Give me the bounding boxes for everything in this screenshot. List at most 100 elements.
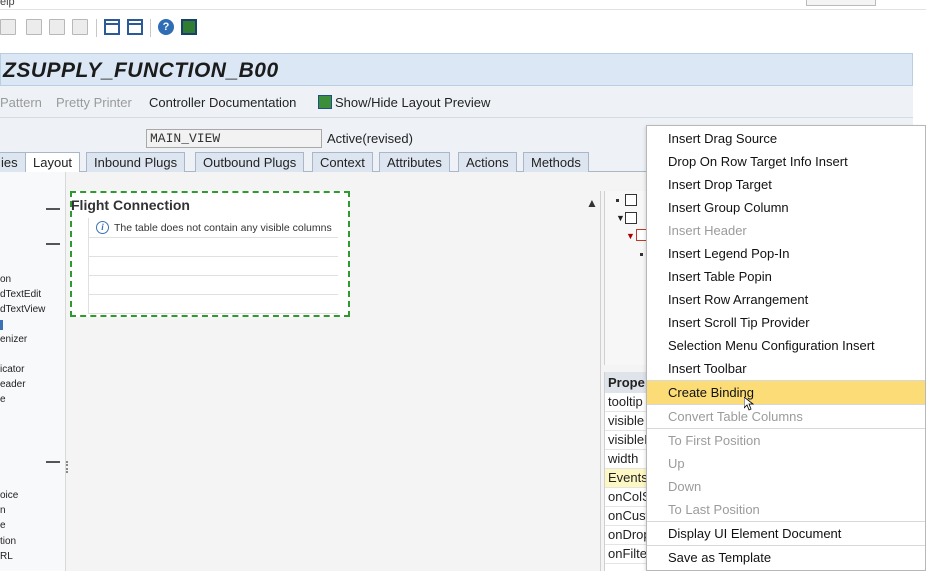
tab-methods[interactable]: Methods <box>523 152 589 173</box>
library-item[interactable]: RL <box>0 551 13 562</box>
window-icon[interactable] <box>127 19 143 35</box>
table-selector-column <box>72 218 89 314</box>
menu-item-insert-table-popin[interactable]: Insert Table Popin <box>647 265 925 288</box>
property-row[interactable]: width <box>605 450 647 469</box>
library-item[interactable]: e <box>0 520 6 531</box>
mouse-cursor-icon <box>744 397 754 411</box>
events-section-header: Events <box>605 469 647 488</box>
tab-inbound-plugs[interactable]: Inbound Plugs <box>86 152 186 173</box>
menu-item-insert-drop-target[interactable]: Insert Drop Target <box>647 173 925 196</box>
system-toolbar: ? <box>0 11 926 44</box>
pretty-printer-button[interactable]: Pretty Printer <box>56 95 132 110</box>
window-control-button[interactable] <box>806 0 876 6</box>
splitter-handle[interactable] <box>66 461 69 473</box>
property-row[interactable]: tooltip <box>605 393 647 412</box>
tree-node-checkbox[interactable] <box>625 212 637 224</box>
pattern-button[interactable]: Pattern <box>0 95 42 110</box>
menu-item-convert-table-columns: Convert Table Columns <box>668 409 803 424</box>
table-message-row: i The table does not contain any visible… <box>89 218 338 238</box>
help-icon[interactable]: ? <box>158 19 174 35</box>
panel-divider <box>600 191 601 571</box>
save-as-icon[interactable] <box>72 19 88 35</box>
menu-item-insert-group-column[interactable]: Insert Group Column <box>647 196 925 219</box>
property-row[interactable]: onDrop <box>605 526 647 545</box>
library-item-selected-marker <box>0 320 3 330</box>
view-name-field[interactable]: MAIN_VIEW <box>146 129 322 148</box>
layout-icon[interactable] <box>104 19 120 35</box>
ui-hierarchy-panel: ▼ ▼ <box>604 191 648 365</box>
tree-bullet-icon <box>616 199 619 202</box>
library-item[interactable]: dTextEdit <box>0 289 41 300</box>
menu-item-to-last-position: To Last Position <box>668 502 760 517</box>
menu-item-insert-legend-pop-in[interactable]: Insert Legend Pop-In <box>647 242 925 265</box>
info-icon: i <box>96 221 109 234</box>
collapse-icon[interactable] <box>46 243 60 245</box>
library-item[interactable]: n <box>0 505 6 516</box>
collapse-icon[interactable] <box>46 208 60 210</box>
menu-item-down: Down <box>668 479 702 494</box>
library-item[interactable]: eader <box>0 379 26 390</box>
property-row[interactable]: visible <box>605 412 647 431</box>
menu-item-display-ui-element-document[interactable]: Display UI Element Document <box>647 522 925 545</box>
property-row[interactable]: visibleI <box>605 431 647 450</box>
scroll-up-icon[interactable]: ▲ <box>584 196 600 212</box>
table-empty-message: The table does not contain any visible c… <box>114 222 332 234</box>
tree-expand-icon[interactable]: ▼ <box>616 213 625 223</box>
menu-item-selection-menu-configuration-insert[interactable]: Selection Menu Configuration Insert <box>647 334 925 357</box>
context-menu: Insert Drag Source Drop On Row Target In… <box>646 125 926 571</box>
property-row[interactable]: onFilte <box>605 545 647 564</box>
menu-item-insert-header: Insert Header <box>668 223 747 238</box>
tab-context[interactable]: Context <box>312 152 373 173</box>
table-element[interactable]: Flight Connection i The table does not c… <box>70 191 350 317</box>
tree-node-checkbox[interactable] <box>625 194 637 206</box>
menu-help[interactable]: elp <box>0 0 15 8</box>
table-row <box>89 258 338 276</box>
table-row <box>89 277 338 295</box>
layout-preview-icon <box>318 95 332 109</box>
table-title: Flight Connection <box>71 197 190 213</box>
controller-documentation-button[interactable]: Controller Documentation <box>149 95 296 110</box>
tab-layout[interactable]: Layout <box>25 152 81 174</box>
toolbar-divider <box>96 19 97 37</box>
library-item[interactable]: e <box>0 394 6 405</box>
menu-item-insert-scroll-tip-provider[interactable]: Insert Scroll Tip Provider <box>647 311 925 334</box>
menu-item-save-as-template[interactable]: Save as Template <box>647 546 925 569</box>
tree-expand-icon[interactable]: ▼ <box>626 231 635 241</box>
table-row <box>89 239 338 257</box>
library-item[interactable]: tion <box>0 536 16 547</box>
toolbar-divider <box>150 19 151 37</box>
menu-item-drop-on-row-target-info-insert[interactable]: Drop On Row Target Info Insert <box>647 150 925 173</box>
collapse-icon[interactable] <box>46 461 60 463</box>
menu-item-insert-toolbar[interactable]: Insert Toolbar <box>647 357 925 380</box>
tab-outbound-plugs[interactable]: Outbound Plugs <box>195 152 305 173</box>
tab-attributes[interactable]: Attributes <box>379 152 450 173</box>
save-icon[interactable] <box>49 19 65 35</box>
library-item[interactable]: on <box>0 274 11 285</box>
ui-element-library: on dTextEdit dTextView enizer icator ead… <box>0 172 66 571</box>
new-icon[interactable] <box>0 19 16 35</box>
menu-item-to-first-position: To First Position <box>668 433 761 448</box>
library-item[interactable]: dTextView <box>0 304 45 315</box>
application-toolbar: Pattern Pretty Printer Controller Docume… <box>0 86 913 118</box>
view-status: Active(revised) <box>327 131 413 146</box>
monitor-icon[interactable] <box>181 19 197 35</box>
property-row[interactable]: onColS <box>605 488 647 507</box>
library-item[interactable]: oice <box>0 490 18 501</box>
library-item[interactable]: icator <box>0 364 24 375</box>
property-row[interactable]: onCust <box>605 507 647 526</box>
tab-actions[interactable]: Actions <box>458 152 517 173</box>
properties-panel: Prope tooltip visible visibleI width Eve… <box>604 372 647 571</box>
properties-header: Prope <box>605 372 647 393</box>
menu-item-up: Up <box>668 456 685 471</box>
menu-bar: elp <box>0 0 926 10</box>
tab-properties[interactable]: ies <box>0 152 26 173</box>
show-hide-layout-preview-button[interactable]: Show/Hide Layout Preview <box>335 95 490 110</box>
menu-item-insert-drag-source[interactable]: Insert Drag Source <box>647 127 925 150</box>
menu-item-create-binding[interactable]: Create Binding <box>647 381 925 404</box>
library-item[interactable]: enizer <box>0 334 27 345</box>
menu-item-insert-row-arrangement[interactable]: Insert Row Arrangement <box>647 288 925 311</box>
page-title: ZSUPPLY_FUNCTION_B00 <box>3 59 279 82</box>
tree-bullet-icon <box>640 253 643 256</box>
table-row <box>89 296 338 314</box>
open-icon[interactable] <box>26 19 42 35</box>
